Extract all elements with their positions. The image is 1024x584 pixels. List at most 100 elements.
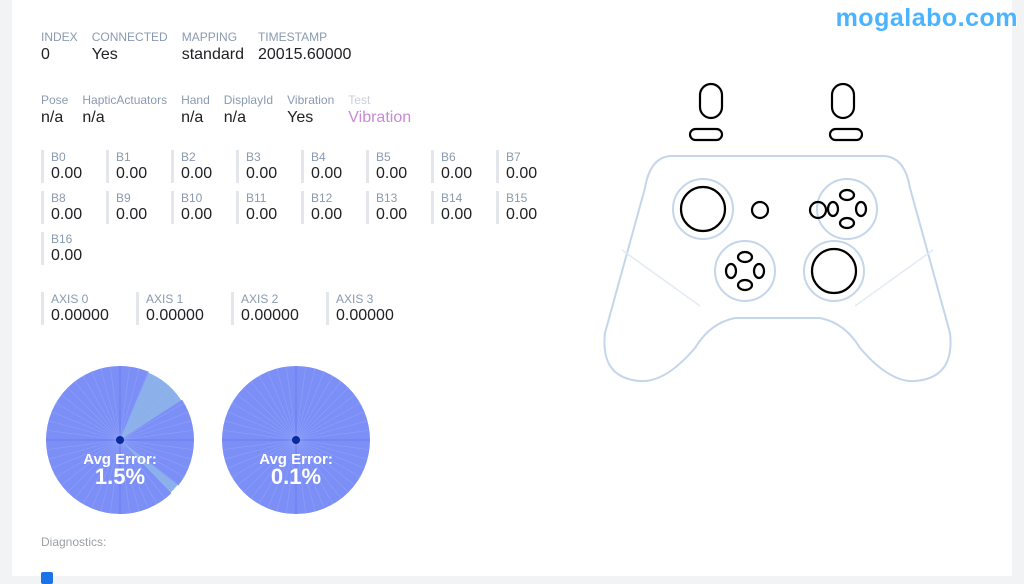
button-value-11: B11 0.00 — [236, 191, 277, 224]
button-value-13: B13 0.00 — [366, 191, 407, 224]
button-label: B4 — [311, 150, 326, 164]
axis-value: 0.00000 — [146, 307, 204, 324]
button-label: B1 — [116, 150, 131, 164]
field-value: n/a — [82, 109, 105, 126]
button-label: B7 — [506, 150, 521, 164]
info-field: Pose n/a — [41, 93, 68, 127]
diagnostics-label: Diagnostics: — [41, 535, 107, 549]
button-value-2: B2 0.00 — [171, 150, 212, 183]
button-label: B6 — [441, 150, 456, 164]
axis-value: 0.00000 — [336, 307, 394, 324]
right-stick — [810, 247, 858, 295]
button-value-5: B5 0.00 — [366, 150, 407, 183]
gamepad-tester-panel: INDEX 0 CONNECTED Yes MAPPING standard TIMESTA… — [12, 0, 1012, 584]
button-value-14: B14 0.00 — [431, 191, 472, 224]
button-value: 0.00 — [246, 165, 278, 182]
axis-value: 0.00000 — [241, 307, 299, 324]
button-label: B0 — [51, 150, 66, 164]
button-value-7: B7 0.00 — [496, 150, 537, 183]
button-value-16: B16 0.00 — [41, 232, 82, 265]
field-label: TIMESTAMP — [257, 30, 328, 44]
button-value-3: B3 0.00 — [236, 150, 277, 183]
axis-value-2: AXIS 2 0.00000 — [231, 292, 299, 325]
button-value: 0.00 — [441, 206, 473, 223]
button-value: 0.00 — [311, 165, 343, 182]
right-trigger — [830, 82, 856, 120]
avg-error-value: 1.5% — [95, 464, 145, 489]
field-label: Vibration — [287, 93, 335, 107]
button-value: 0.00 — [181, 206, 213, 223]
axis-label: AXIS 0 — [51, 292, 89, 306]
axis-label: AXIS 3 — [336, 292, 374, 306]
button-value: 0.00 — [246, 206, 278, 223]
button-label: B13 — [376, 191, 398, 205]
axis-label: AXIS 2 — [241, 292, 279, 306]
button-value: 0.00 — [51, 206, 83, 223]
button-label: B3 — [246, 150, 261, 164]
button-label: B10 — [181, 191, 203, 205]
button-label: B16 — [51, 232, 73, 246]
field-label: HapticActuators — [82, 93, 168, 107]
field-value: standard — [181, 46, 244, 63]
button-label: B9 — [116, 191, 131, 205]
field-value: 0 — [41, 46, 50, 63]
button-label: B15 — [506, 191, 528, 205]
button-label: B11 — [246, 191, 267, 205]
info-field: Vibration Yes — [287, 93, 334, 127]
button-value-4: B4 0.00 — [301, 150, 342, 183]
info-field: CONNECTED Yes — [92, 30, 168, 64]
controller-diagram — [603, 82, 952, 383]
info-field: MAPPING standard — [182, 30, 244, 64]
button-value-10: B10 0.00 — [171, 191, 212, 224]
field-value: n/a — [223, 109, 246, 126]
field-label: CONNECTED — [91, 30, 168, 44]
button-value-15: B15 0.00 — [496, 191, 537, 224]
test-vibration-link[interactable]: Vibration — [348, 109, 411, 127]
info-field: HapticActuators n/a — [82, 93, 167, 127]
left-trigger — [698, 82, 724, 120]
button-value: 0.00 — [116, 165, 148, 182]
button-value: 0.00 — [116, 206, 148, 223]
field-label: DisplayId — [223, 93, 274, 107]
field-value: 20015.60000 — [257, 46, 352, 63]
button-label: B8 — [51, 191, 66, 205]
button-value: 0.00 — [506, 165, 538, 182]
info-field: Test Vibration — [348, 93, 411, 127]
stick-position-dot — [292, 436, 300, 444]
button-value-1: B1 0.00 — [106, 150, 147, 183]
left-stick — [679, 185, 727, 233]
button-label: B5 — [376, 150, 391, 164]
button-value-9: B9 0.00 — [106, 191, 147, 224]
field-value: Yes — [91, 46, 118, 63]
info-field: Hand n/a — [181, 93, 210, 127]
info-row-extended: Pose n/a HapticActuators n/a Hand n/a DisplayI… — [41, 93, 425, 127]
button-value: 0.00 — [311, 206, 343, 223]
watermark-logo: mogalabo.com — [835, 4, 1018, 32]
button-value-0: B0 0.00 — [41, 150, 82, 183]
info-field: TIMESTAMP 20015.60000 — [258, 30, 351, 64]
button-value: 0.00 — [441, 165, 473, 182]
info-field: DisplayId n/a — [224, 93, 273, 127]
axis-value-0: AXIS 0 0.00000 — [41, 292, 109, 325]
button-value: 0.00 — [506, 206, 538, 223]
circularity-charts: Avg Error:1.5%Avg Error:0.1% — [46, 366, 370, 514]
face-buttons — [826, 188, 868, 230]
field-value: Yes — [287, 109, 314, 126]
stick-position-dot — [116, 436, 124, 444]
axis-value: 0.00000 — [51, 307, 109, 324]
avg-error-value: 0.1% — [271, 464, 321, 489]
button-value: 0.00 — [51, 247, 83, 264]
field-label: Pose — [41, 93, 69, 107]
controller-body — [603, 155, 952, 383]
left-bumper — [688, 127, 724, 142]
field-label: Hand — [181, 93, 210, 107]
select-button — [750, 200, 770, 220]
dpad — [724, 250, 766, 292]
info-field: INDEX 0 — [41, 30, 78, 64]
field-label: Test — [348, 93, 371, 107]
field-value: n/a — [41, 109, 64, 126]
button-value: 0.00 — [51, 165, 83, 182]
button-label: B14 — [441, 191, 463, 205]
diagnostics-checkbox[interactable] — [41, 572, 53, 584]
button-value-12: B12 0.00 — [301, 191, 342, 224]
